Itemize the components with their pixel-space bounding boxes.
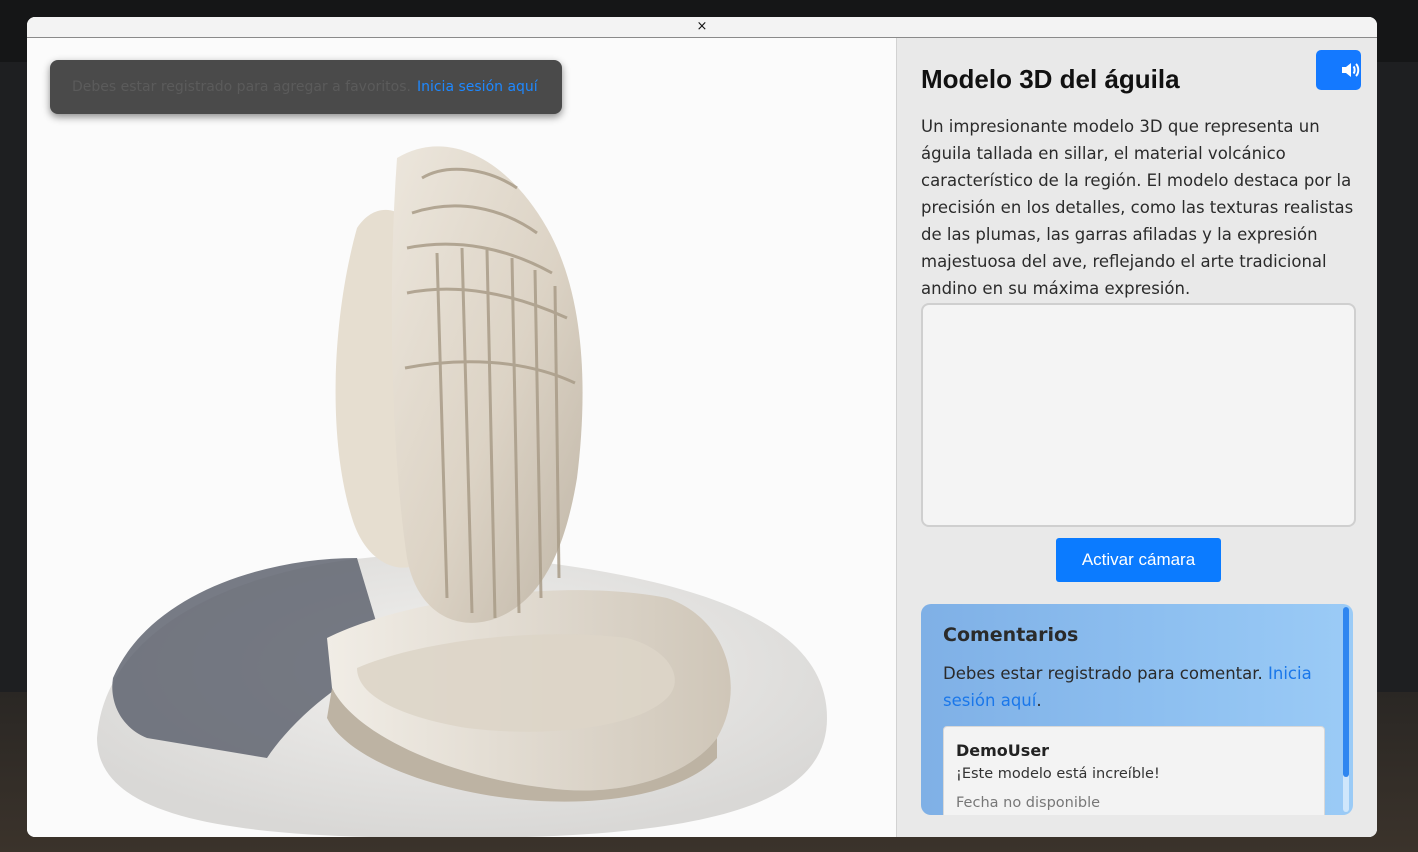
audio-button[interactable]	[1316, 50, 1361, 90]
comments-section: Comentarios Debes estar registrado para …	[921, 604, 1353, 815]
speaker-icon	[1342, 63, 1360, 77]
modal-topbar: ×	[27, 17, 1377, 38]
info-panel: Modelo 3D del águila Un impresionante mo…	[896, 38, 1377, 837]
comment-user: DemoUser	[956, 741, 1050, 760]
comments-scrollbar-thumb[interactable]	[1343, 607, 1349, 777]
model-description: Un impresionante modelo 3D que represent…	[921, 117, 1354, 298]
model-viewer-3d[interactable]: Debes estar registrado para agregar a fa…	[27, 38, 896, 837]
activate-camera-button[interactable]: Activar cámara	[1056, 538, 1221, 582]
comment-item: DemoUser ¡Este modelo está increíble! Fe…	[943, 726, 1325, 815]
favorites-login-toast: Debes estar registrado para agregar a fa…	[50, 60, 562, 114]
toast-message: Debes estar registrado para agregar a fa…	[72, 79, 411, 95]
comments-note-text: Debes estar registrado para comentar.	[943, 664, 1268, 683]
close-button[interactable]: ×	[693, 19, 711, 35]
comments-login-note: Debes estar registrado para comentar. In…	[943, 660, 1333, 714]
eagle-model-render[interactable]	[27, 38, 896, 837]
model-modal: × Debes estar registrado para agregar a …	[27, 17, 1377, 837]
comment-date: Fecha no disponible	[956, 795, 1101, 811]
model-title: Modelo 3D del águila	[921, 64, 1180, 94]
comments-title: Comentarios	[943, 624, 1079, 646]
toast-login-link[interactable]: Inicia sesión aquí	[417, 79, 538, 95]
comments-note-end: .	[1036, 691, 1042, 710]
comment-text: ¡Este modelo está increíble!	[956, 766, 1160, 782]
camera-preview-box	[921, 303, 1356, 527]
